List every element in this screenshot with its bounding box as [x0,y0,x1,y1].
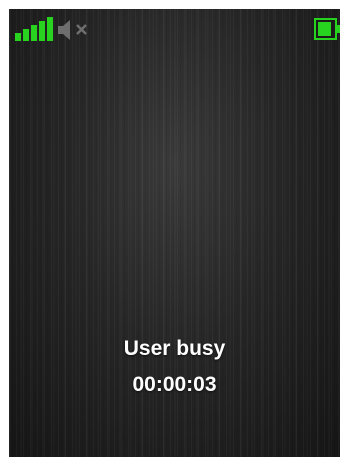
call-duration-timer: 00:00:03 [132,373,217,396]
status-bar [9,9,340,43]
battery-tip [337,25,340,33]
signal-bar [15,33,21,41]
signal-bar [31,25,37,41]
phone-screen: User busy 00:00:03 [9,9,340,457]
battery-level [318,22,331,36]
battery-body [314,18,337,40]
signal-bar [23,29,29,41]
signal-strength-icon [15,17,53,41]
call-status-text: User busy [123,337,226,360]
speaker-muted-icon [58,20,87,40]
battery-icon [314,18,340,40]
signal-bar [39,21,45,41]
signal-bar [47,17,53,41]
